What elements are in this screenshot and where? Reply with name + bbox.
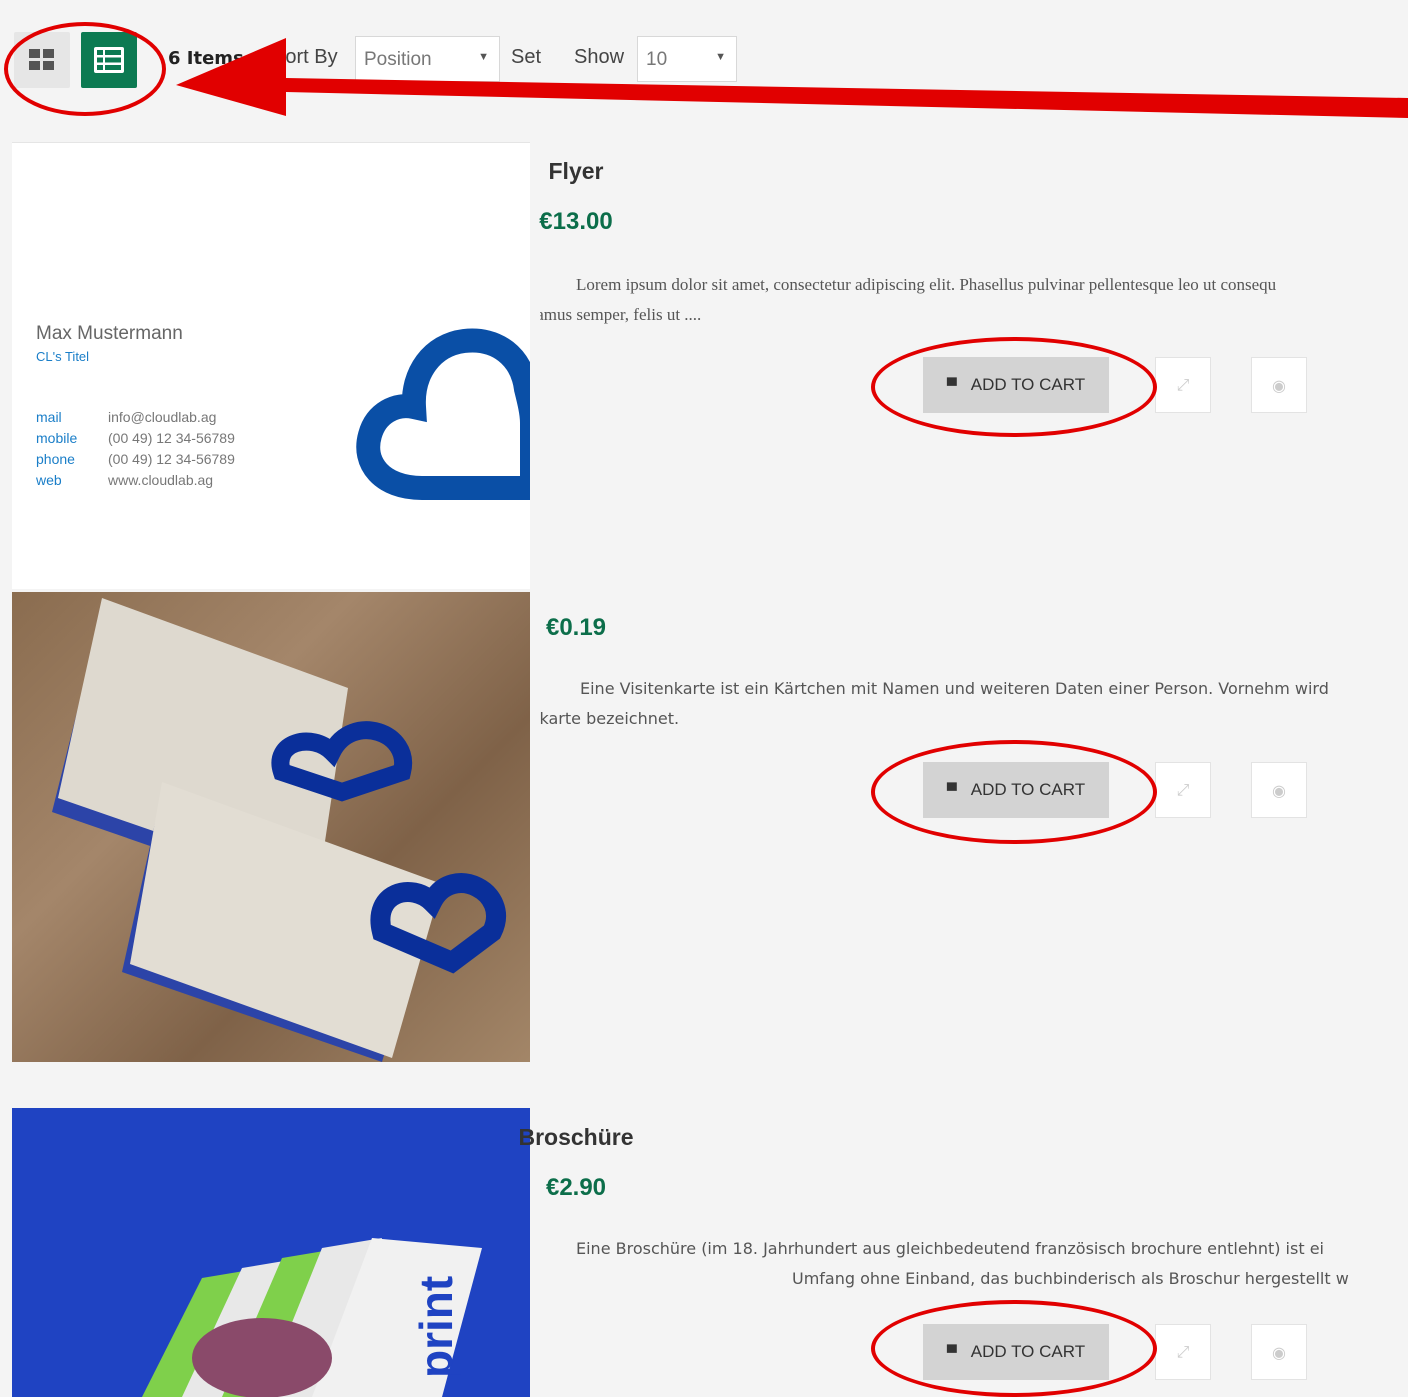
product-description-line: Lorem ipsum dolor sit amet, consectetur … (576, 275, 1277, 294)
card-label: mail (36, 409, 62, 425)
card-value: www.cloudlab.ag (108, 472, 214, 488)
product-description-line: Eine Visitenkarte ist ein Kärtchen mit N… (580, 679, 1329, 698)
add-to-cart-label: ADD TO CART (970, 1342, 1086, 1361)
cart-icon: ▀ (946, 377, 957, 393)
product-description: Eine Broschüre (im 18. Jahrhundert aus g… (540, 1234, 1408, 1294)
card-value: info@cloudlab.ag (108, 409, 217, 425)
product-description-line: Besuchskarte bezeichnet. (540, 709, 680, 728)
card-title: CL's Titel (36, 349, 90, 364)
compare-icon: ⤢ (1176, 1342, 1190, 1361)
compare-button[interactable]: ⤢ (1155, 762, 1211, 818)
card-details: mail info@cloudlab.ag mobile (00 49) 12 34… (36, 407, 235, 491)
product-description: Lorem ipsum dolor sit amet, consectetur … (540, 270, 1408, 330)
card-label: web (36, 472, 62, 488)
add-to-cart-label: ADD TO CART (970, 375, 1086, 394)
product-description: Eine Visitenkarte ist ein Kärtchen mit N… (540, 674, 1408, 734)
product-description-line: Umfang ohne Einband, das buchbinderisch … (792, 1269, 1349, 1288)
product-description-line: pretium. Vivamus semper, felis ut .... (540, 305, 702, 324)
compare-button[interactable]: ⤢ (1155, 1324, 1211, 1380)
business-card-photo (52, 598, 506, 1062)
product-name[interactable]: Broschüre (0, 1124, 1152, 1151)
add-to-cart-button[interactable]: ▀ ADD TO CART (923, 1324, 1109, 1380)
card-value: (00 49) 12 34-56789 (108, 430, 235, 446)
compare-icon: ⤢ (1176, 375, 1190, 394)
quick-view-button[interactable]: ◉ (1251, 762, 1307, 818)
card-value: (00 49) 12 34-56789 (108, 451, 235, 467)
add-to-cart-label: ADD TO CART (970, 780, 1086, 799)
product-price: €13.00 (539, 208, 613, 235)
card-name: Max Mustermann (36, 323, 183, 344)
card-label: phone (36, 451, 75, 467)
card-label: mobile (36, 430, 78, 446)
eye-icon: ◉ (1272, 375, 1286, 395)
compare-icon: ⤢ (1176, 780, 1190, 799)
product-name[interactable]: Flyer (0, 158, 1152, 185)
compare-button[interactable]: ⤢ (1155, 357, 1211, 413)
product-image-business-card[interactable] (12, 592, 530, 1062)
eye-icon: ◉ (1272, 780, 1286, 800)
brochure-photo: print (142, 1238, 482, 1397)
add-to-cart-button[interactable]: ▀ ADD TO CART (923, 762, 1109, 818)
add-to-cart-button[interactable]: ▀ ADD TO CART (923, 357, 1109, 413)
cloud-logo (356, 328, 530, 500)
annotation-arrow (176, 38, 1408, 118)
product-price: €2.90 (545, 1174, 607, 1201)
product-image-broschure[interactable]: print (12, 1108, 530, 1397)
cart-icon: ▀ (946, 782, 957, 798)
quick-view-button[interactable]: ◉ (1251, 1324, 1307, 1380)
cart-icon: ▀ (946, 1344, 957, 1360)
quick-view-button[interactable]: ◉ (1251, 357, 1307, 413)
product-price: €0.19 (545, 614, 607, 641)
eye-icon: ◉ (1272, 1342, 1286, 1362)
svg-text:print: print (410, 1276, 462, 1378)
product-description-line: Eine Broschüre (im 18. Jahrhundert aus g… (576, 1239, 1324, 1258)
